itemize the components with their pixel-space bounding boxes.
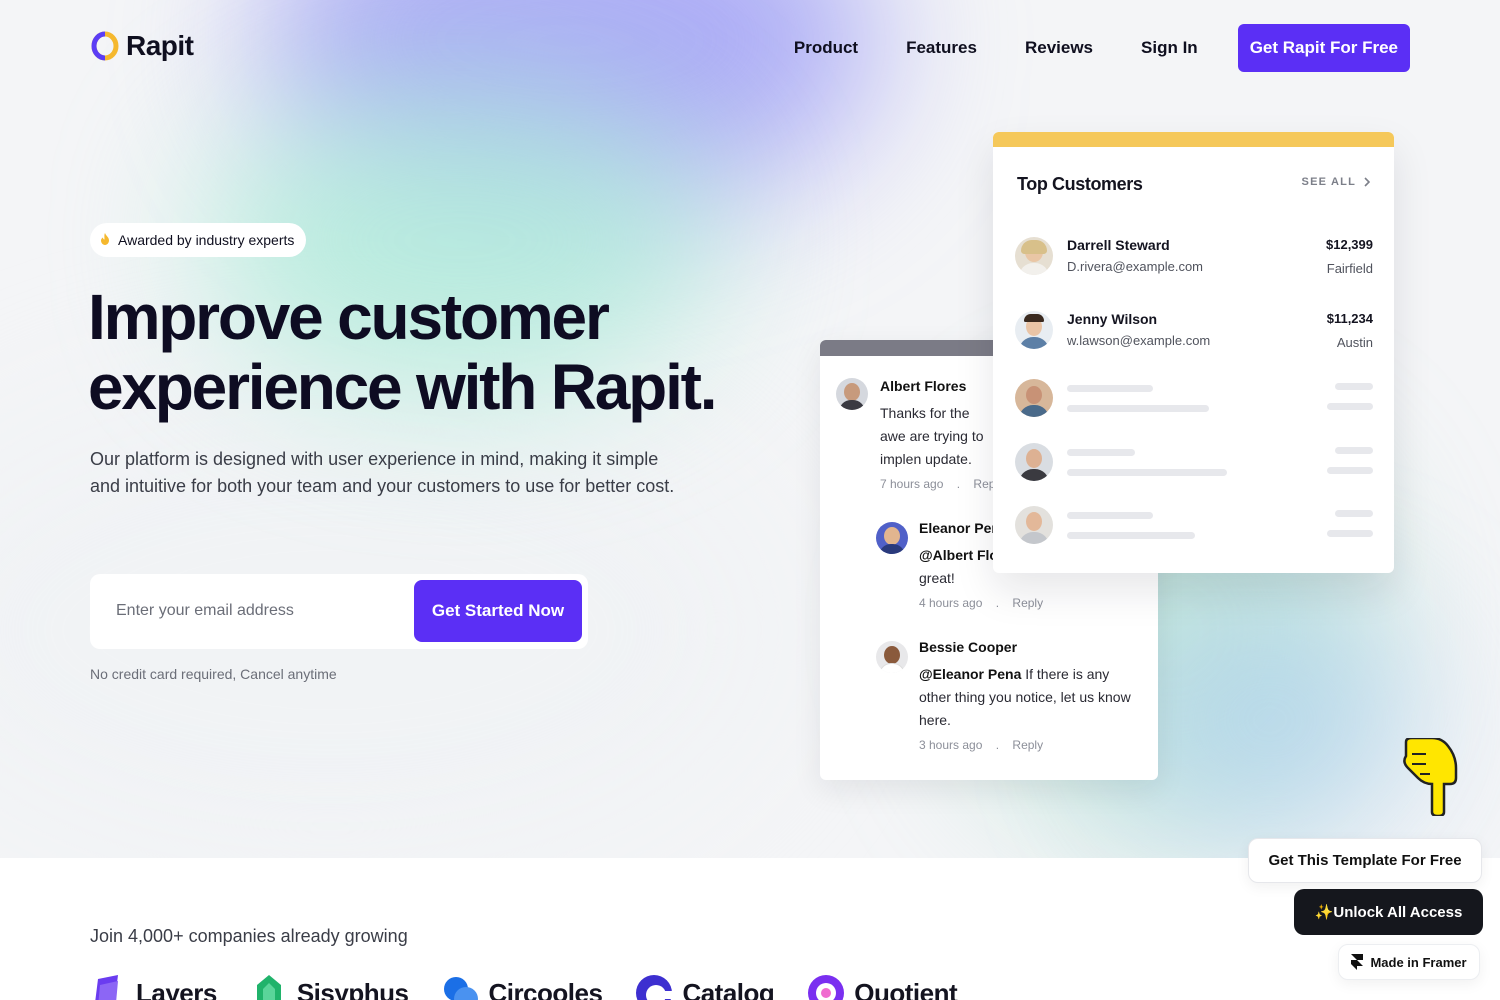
comment-meta: 3 hours ago . Reply xyxy=(919,738,1044,752)
avatar xyxy=(1015,443,1053,481)
card-header-bar xyxy=(993,132,1394,147)
sisyphus-logo: Sisyphus xyxy=(251,975,409,1000)
social-proof-heading: Join 4,000+ companies already growing xyxy=(90,926,408,946)
quotient-logo-icon xyxy=(808,975,845,1000)
headline-line-2: experience with Rapit. xyxy=(88,351,718,423)
avatar xyxy=(1015,311,1053,349)
circooles-logo: Circooles xyxy=(442,975,603,1000)
company-logos: Layers Sisyphus Circooles Catalog Quotie… xyxy=(90,975,958,1000)
customer-row-placeholder xyxy=(1015,443,1373,483)
chevron-right-icon xyxy=(1364,177,1370,187)
comment-time: 4 hours ago xyxy=(919,596,983,610)
customer-email: w.lawson@example.com xyxy=(1067,333,1211,348)
comment-text: Thanks for the awe are trying to implen … xyxy=(880,405,984,467)
fire-icon xyxy=(100,232,110,248)
customer-row-placeholder xyxy=(1015,379,1373,419)
award-badge: Awarded by industry experts xyxy=(90,223,307,257)
card-title: Top Customers xyxy=(1017,174,1143,194)
unlock-access-button[interactable]: ✨Unlock All Access xyxy=(1294,889,1483,935)
customer-row[interactable]: Darrell Steward D.rivera@example.com $12… xyxy=(1015,237,1373,277)
comment-text: @Eleanor Pena If there is any other thin… xyxy=(919,666,1131,728)
nav-item-reviews[interactable]: Reviews xyxy=(1025,38,1093,58)
top-customers-card: Top Customers SEE ALL Darrell Steward D.… xyxy=(993,132,1394,573)
customer-name: Jenny Wilson xyxy=(1067,311,1158,327)
page-title: Improve customer experience with Rapit. xyxy=(88,282,808,422)
get-template-button[interactable]: Get This Template For Free xyxy=(1248,838,1482,883)
brand-logo[interactable]: Rapit xyxy=(90,30,194,62)
layers-logo: Layers xyxy=(90,975,217,1000)
pointing-down-hand-icon xyxy=(1398,736,1462,825)
avatar xyxy=(876,522,908,554)
comment-author: Bessie Cooper xyxy=(919,639,1018,655)
customer-row[interactable]: Jenny Wilson w.lawson@example.com $11,23… xyxy=(1015,311,1373,351)
layers-logo-icon xyxy=(95,975,118,1000)
get-rapit-free-button[interactable]: Get Rapit For Free xyxy=(1237,24,1410,72)
customer-city: Fairfield xyxy=(1326,261,1373,276)
catalog-logo: Catalog xyxy=(636,975,775,1000)
framer-icon xyxy=(1351,954,1364,970)
avatar xyxy=(1015,237,1053,275)
main-nav: Product Features Reviews Sign In Get Rap… xyxy=(746,24,1410,72)
email-signup-form: Get Started Now xyxy=(90,574,588,649)
email-field[interactable] xyxy=(116,594,396,628)
circooles-logo-icon xyxy=(444,977,479,1000)
rapit-logo-icon xyxy=(91,31,119,61)
see-all-link[interactable]: SEE ALL xyxy=(1302,176,1370,188)
avatar xyxy=(1015,379,1053,417)
made-in-framer-badge[interactable]: Made in Framer xyxy=(1338,944,1480,980)
comment-meta: 4 hours ago . Reply xyxy=(919,596,1044,610)
customer-amount: $11,234 xyxy=(1326,311,1373,326)
get-started-button[interactable]: Get Started Now xyxy=(414,580,582,642)
brand-name: Rapit xyxy=(126,30,194,61)
mention[interactable]: @Albert Flo xyxy=(919,547,998,563)
customer-row-placeholder xyxy=(1015,506,1373,546)
mention[interactable]: @Eleanor Pena xyxy=(919,666,1021,682)
comment-time: 3 hours ago xyxy=(919,738,983,752)
avatar xyxy=(1015,506,1053,544)
customer-email: D.rivera@example.com xyxy=(1067,259,1204,274)
hero-subtext: Our platform is designed with user exper… xyxy=(90,449,675,496)
nav-item-sign-in[interactable]: Sign In xyxy=(1141,38,1198,58)
customer-name: Darrell Steward xyxy=(1067,237,1170,253)
comment-time: 7 hours ago xyxy=(880,477,944,491)
avatar xyxy=(836,378,868,410)
reply-link[interactable]: Reply xyxy=(1012,596,1043,610)
headline-line-1: Improve customer xyxy=(88,281,610,353)
hero-section: Rapit Product Features Reviews Sign In G… xyxy=(0,0,1500,858)
sisyphus-logo-icon xyxy=(256,975,281,1000)
reply-link[interactable]: Reply xyxy=(1012,738,1043,752)
signup-note: No credit card required, Cancel anytime xyxy=(90,666,337,682)
nav-item-features[interactable]: Features xyxy=(906,38,977,58)
avatar xyxy=(876,641,908,673)
comment-item: Bessie Cooper @Eleanor Pena If there is … xyxy=(919,639,1139,752)
bg-blob xyxy=(1120,600,1420,840)
customer-city: Austin xyxy=(1336,335,1373,350)
catalog-logo-icon xyxy=(636,975,673,1000)
nav-item-product[interactable]: Product xyxy=(794,38,858,58)
quotient-logo: Quotient xyxy=(808,975,958,1000)
badge-label: Awarded by industry experts xyxy=(118,232,295,248)
customer-amount: $12,399 xyxy=(1326,237,1373,252)
